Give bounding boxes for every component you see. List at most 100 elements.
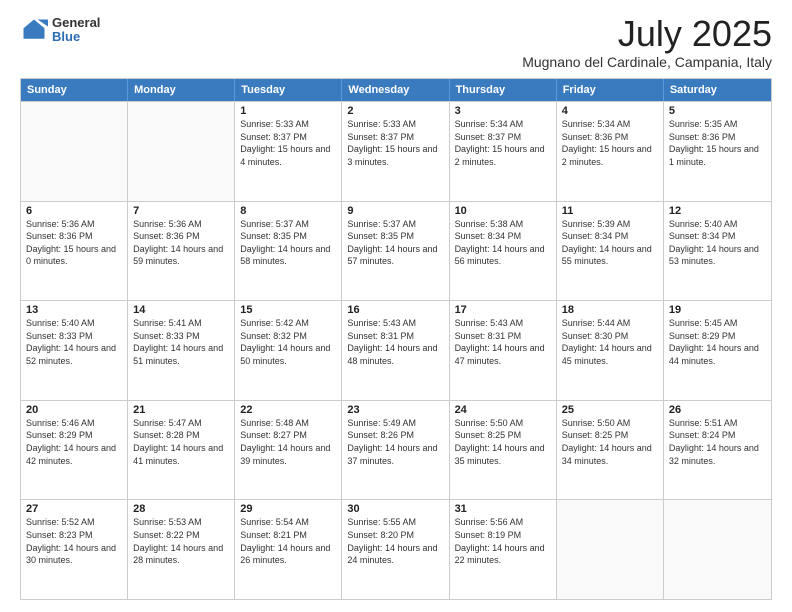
day-detail: Sunrise: 5:38 AMSunset: 8:34 PMDaylight:…: [455, 218, 551, 268]
calendar-header: Sunday Monday Tuesday Wednesday Thursday…: [21, 79, 771, 101]
day-detail: Sunrise: 5:33 AMSunset: 8:37 PMDaylight:…: [240, 118, 336, 168]
logo-blue-text: Blue: [52, 30, 100, 44]
calendar-row-2: 13 Sunrise: 5:40 AMSunset: 8:33 PMDaylig…: [21, 300, 771, 400]
day-number: 18: [562, 304, 658, 316]
cal-cell-2-0: 13 Sunrise: 5:40 AMSunset: 8:33 PMDaylig…: [21, 301, 128, 400]
cal-cell-4-4: 31 Sunrise: 5:56 AMSunset: 8:19 PMDaylig…: [450, 500, 557, 599]
cal-cell-3-4: 24 Sunrise: 5:50 AMSunset: 8:25 PMDaylig…: [450, 401, 557, 500]
day-detail: Sunrise: 5:36 AMSunset: 8:36 PMDaylight:…: [133, 218, 229, 268]
logo-icon: [20, 16, 48, 44]
day-detail: Sunrise: 5:37 AMSunset: 8:35 PMDaylight:…: [240, 218, 336, 268]
cal-cell-4-3: 30 Sunrise: 5:55 AMSunset: 8:20 PMDaylig…: [342, 500, 449, 599]
calendar-row-3: 20 Sunrise: 5:46 AMSunset: 8:29 PMDaylig…: [21, 400, 771, 500]
cal-cell-3-6: 26 Sunrise: 5:51 AMSunset: 8:24 PMDaylig…: [664, 401, 771, 500]
day-number: 19: [669, 304, 766, 316]
cal-cell-1-1: 7 Sunrise: 5:36 AMSunset: 8:36 PMDayligh…: [128, 202, 235, 301]
cal-cell-4-2: 29 Sunrise: 5:54 AMSunset: 8:21 PMDaylig…: [235, 500, 342, 599]
cal-cell-1-2: 8 Sunrise: 5:37 AMSunset: 8:35 PMDayligh…: [235, 202, 342, 301]
day-detail: Sunrise: 5:37 AMSunset: 8:35 PMDaylight:…: [347, 218, 443, 268]
weekday-wednesday: Wednesday: [342, 79, 449, 101]
cal-cell-2-2: 15 Sunrise: 5:42 AMSunset: 8:32 PMDaylig…: [235, 301, 342, 400]
day-number: 24: [455, 404, 551, 416]
day-number: 5: [669, 105, 766, 117]
weekday-tuesday: Tuesday: [235, 79, 342, 101]
cal-cell-0-2: 1 Sunrise: 5:33 AMSunset: 8:37 PMDayligh…: [235, 102, 342, 201]
cal-cell-1-6: 12 Sunrise: 5:40 AMSunset: 8:34 PMDaylig…: [664, 202, 771, 301]
cal-cell-0-4: 3 Sunrise: 5:34 AMSunset: 8:37 PMDayligh…: [450, 102, 557, 201]
day-detail: Sunrise: 5:52 AMSunset: 8:23 PMDaylight:…: [26, 516, 122, 566]
day-number: 14: [133, 304, 229, 316]
day-detail: Sunrise: 5:46 AMSunset: 8:29 PMDaylight:…: [26, 417, 122, 467]
day-number: 16: [347, 304, 443, 316]
day-number: 31: [455, 503, 551, 515]
day-number: 15: [240, 304, 336, 316]
day-detail: Sunrise: 5:34 AMSunset: 8:36 PMDaylight:…: [562, 118, 658, 168]
day-number: 26: [669, 404, 766, 416]
day-detail: Sunrise: 5:39 AMSunset: 8:34 PMDaylight:…: [562, 218, 658, 268]
day-number: 27: [26, 503, 122, 515]
cal-cell-2-1: 14 Sunrise: 5:41 AMSunset: 8:33 PMDaylig…: [128, 301, 235, 400]
cal-cell-2-4: 17 Sunrise: 5:43 AMSunset: 8:31 PMDaylig…: [450, 301, 557, 400]
day-number: 30: [347, 503, 443, 515]
day-number: 4: [562, 105, 658, 117]
day-detail: Sunrise: 5:53 AMSunset: 8:22 PMDaylight:…: [133, 516, 229, 566]
day-number: 8: [240, 205, 336, 217]
calendar-row-1: 6 Sunrise: 5:36 AMSunset: 8:36 PMDayligh…: [21, 201, 771, 301]
cal-cell-0-0: [21, 102, 128, 201]
day-detail: Sunrise: 5:33 AMSunset: 8:37 PMDaylight:…: [347, 118, 443, 168]
day-number: 12: [669, 205, 766, 217]
cal-cell-2-6: 19 Sunrise: 5:45 AMSunset: 8:29 PMDaylig…: [664, 301, 771, 400]
day-number: 23: [347, 404, 443, 416]
day-detail: Sunrise: 5:43 AMSunset: 8:31 PMDaylight:…: [455, 317, 551, 367]
day-detail: Sunrise: 5:36 AMSunset: 8:36 PMDaylight:…: [26, 218, 122, 268]
weekday-sunday: Sunday: [21, 79, 128, 101]
cal-cell-4-6: [664, 500, 771, 599]
cal-cell-3-2: 22 Sunrise: 5:48 AMSunset: 8:27 PMDaylig…: [235, 401, 342, 500]
day-detail: Sunrise: 5:49 AMSunset: 8:26 PMDaylight:…: [347, 417, 443, 467]
month-title: July 2025: [522, 16, 772, 52]
calendar: Sunday Monday Tuesday Wednesday Thursday…: [20, 78, 772, 600]
weekday-friday: Friday: [557, 79, 664, 101]
cal-cell-1-0: 6 Sunrise: 5:36 AMSunset: 8:36 PMDayligh…: [21, 202, 128, 301]
day-number: 7: [133, 205, 229, 217]
day-detail: Sunrise: 5:40 AMSunset: 8:34 PMDaylight:…: [669, 218, 766, 268]
logo-general-text: General: [52, 16, 100, 30]
calendar-row-4: 27 Sunrise: 5:52 AMSunset: 8:23 PMDaylig…: [21, 499, 771, 599]
day-number: 11: [562, 205, 658, 217]
cal-cell-3-1: 21 Sunrise: 5:47 AMSunset: 8:28 PMDaylig…: [128, 401, 235, 500]
day-number: 22: [240, 404, 336, 416]
day-detail: Sunrise: 5:48 AMSunset: 8:27 PMDaylight:…: [240, 417, 336, 467]
calendar-body: 1 Sunrise: 5:33 AMSunset: 8:37 PMDayligh…: [21, 101, 771, 599]
cal-cell-4-5: [557, 500, 664, 599]
weekday-monday: Monday: [128, 79, 235, 101]
cal-cell-0-5: 4 Sunrise: 5:34 AMSunset: 8:36 PMDayligh…: [557, 102, 664, 201]
cal-cell-0-1: [128, 102, 235, 201]
day-number: 29: [240, 503, 336, 515]
cal-cell-3-5: 25 Sunrise: 5:50 AMSunset: 8:25 PMDaylig…: [557, 401, 664, 500]
weekday-thursday: Thursday: [450, 79, 557, 101]
cal-cell-0-6: 5 Sunrise: 5:35 AMSunset: 8:36 PMDayligh…: [664, 102, 771, 201]
day-detail: Sunrise: 5:42 AMSunset: 8:32 PMDaylight:…: [240, 317, 336, 367]
day-number: 9: [347, 205, 443, 217]
day-detail: Sunrise: 5:56 AMSunset: 8:19 PMDaylight:…: [455, 516, 551, 566]
cal-cell-4-0: 27 Sunrise: 5:52 AMSunset: 8:23 PMDaylig…: [21, 500, 128, 599]
cal-cell-3-0: 20 Sunrise: 5:46 AMSunset: 8:29 PMDaylig…: [21, 401, 128, 500]
logo: General Blue: [20, 16, 100, 45]
cal-cell-2-5: 18 Sunrise: 5:44 AMSunset: 8:30 PMDaylig…: [557, 301, 664, 400]
cal-cell-1-4: 10 Sunrise: 5:38 AMSunset: 8:34 PMDaylig…: [450, 202, 557, 301]
cal-cell-3-3: 23 Sunrise: 5:49 AMSunset: 8:26 PMDaylig…: [342, 401, 449, 500]
day-number: 2: [347, 105, 443, 117]
day-detail: Sunrise: 5:47 AMSunset: 8:28 PMDaylight:…: [133, 417, 229, 467]
day-detail: Sunrise: 5:50 AMSunset: 8:25 PMDaylight:…: [562, 417, 658, 467]
cal-cell-2-3: 16 Sunrise: 5:43 AMSunset: 8:31 PMDaylig…: [342, 301, 449, 400]
title-section: July 2025 Mugnano del Cardinale, Campani…: [522, 16, 772, 70]
cal-cell-0-3: 2 Sunrise: 5:33 AMSunset: 8:37 PMDayligh…: [342, 102, 449, 201]
day-number: 17: [455, 304, 551, 316]
weekday-saturday: Saturday: [664, 79, 771, 101]
header: General Blue July 2025 Mugnano del Cardi…: [20, 16, 772, 70]
day-detail: Sunrise: 5:51 AMSunset: 8:24 PMDaylight:…: [669, 417, 766, 467]
day-number: 6: [26, 205, 122, 217]
cal-cell-4-1: 28 Sunrise: 5:53 AMSunset: 8:22 PMDaylig…: [128, 500, 235, 599]
day-number: 25: [562, 404, 658, 416]
location-title: Mugnano del Cardinale, Campania, Italy: [522, 54, 772, 70]
